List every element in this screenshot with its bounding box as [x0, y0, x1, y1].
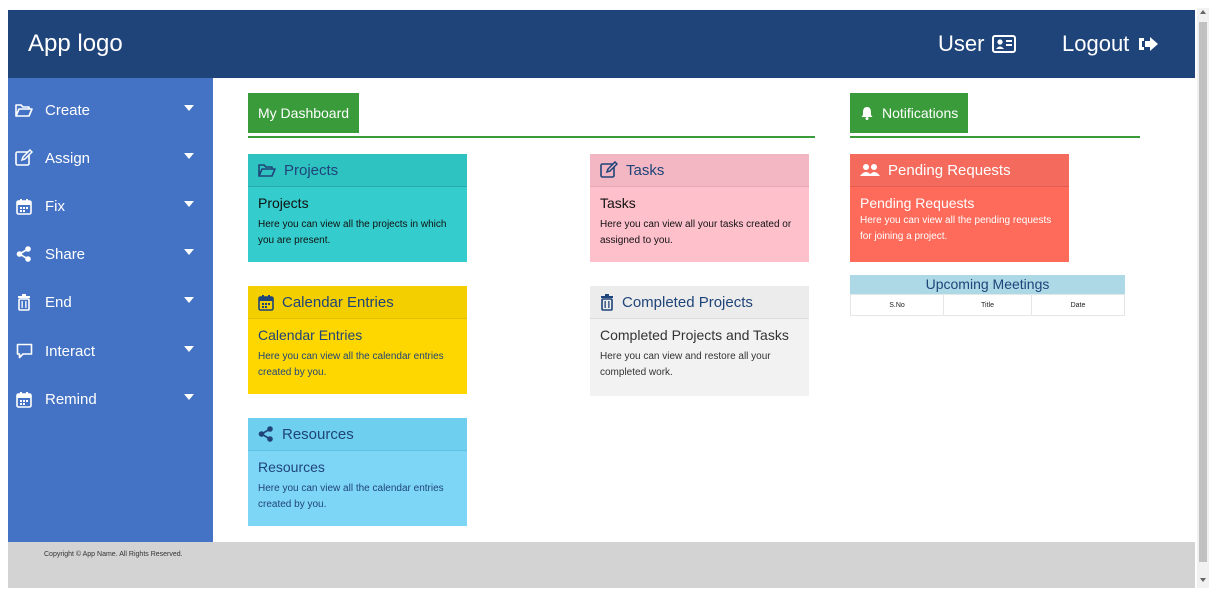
upcoming-meetings-table: S.No Title Date: [850, 294, 1125, 316]
calendar-entries-card-text: Here you can view all the calendar entri…: [258, 351, 444, 378]
folder-open-icon: [14, 100, 34, 120]
app-logo[interactable]: App logo: [28, 30, 123, 58]
notifications-label: Notifications: [882, 105, 959, 121]
sidebar-item-label: Assign: [45, 149, 91, 167]
id-card-icon: [992, 35, 1017, 53]
upcoming-meetings-title: Upcoming Meetings: [850, 275, 1125, 294]
upcoming-meetings-panel: Upcoming Meetings S.No Title Date: [850, 275, 1125, 316]
completed-projects-card-header-label: Completed Projects: [622, 293, 753, 311]
sidebar-item-label: Share: [45, 245, 86, 263]
tasks-card-header: Tasks: [590, 154, 809, 187]
projects-card[interactable]: Projects Projects Here you can view all …: [248, 154, 467, 262]
notifications-divider: [850, 136, 1140, 138]
logout-button[interactable]: Logout: [1062, 31, 1159, 57]
sidebar-item-interact[interactable]: Interact: [8, 334, 213, 368]
pending-requests-card[interactable]: Pending Requests Pending Requests Here y…: [850, 154, 1069, 262]
calendar-icon: [14, 389, 34, 409]
footer: Copyright © App Name. All Rights Reserve…: [8, 542, 1195, 588]
caret-down-icon: [184, 201, 194, 207]
scroll-down-icon[interactable]: [1200, 578, 1206, 582]
comment-icon: [14, 341, 34, 361]
caret-down-icon: [184, 105, 194, 111]
sidebar-item-label: Fix: [45, 197, 65, 215]
tasks-card[interactable]: Tasks Tasks Here you can view all your t…: [590, 154, 809, 262]
sidebar-item-label: Create: [45, 101, 91, 119]
dashboard-divider: [248, 136, 815, 138]
caret-down-icon: [184, 153, 194, 159]
user-label: User: [938, 31, 985, 56]
copyright-text: Copyright © App Name. All Rights Reserve…: [44, 551, 183, 558]
projects-card-header: Projects: [248, 154, 467, 187]
caret-down-icon: [184, 297, 194, 303]
sidebar: Create Assign Fix Share End Interact Rem…: [8, 78, 213, 542]
projects-card-text: Here you can view all the projects in wh…: [258, 219, 447, 246]
sidebar-item-fix[interactable]: Fix: [8, 189, 213, 223]
share-icon: [14, 244, 34, 264]
completed-projects-card-text: Here you can view and restore all your c…: [600, 351, 771, 378]
notifications-heading: Notifications: [850, 93, 969, 133]
column-header-date: Date: [1031, 294, 1125, 316]
calendar-entries-card-header-label: Calendar Entries: [282, 293, 394, 311]
sidebar-item-share[interactable]: Share: [8, 237, 213, 271]
logout-label: Logout: [1062, 31, 1130, 56]
tasks-card-text: Here you can view all your tasks created…: [600, 219, 792, 246]
pending-requests-card-text: Here you can view all the pending reques…: [860, 215, 1052, 242]
sign-out-icon: [1139, 37, 1159, 51]
scroll-thumb[interactable]: [1199, 22, 1207, 562]
pending-requests-card-header: Pending Requests: [850, 154, 1069, 187]
sidebar-item-assign[interactable]: Assign: [8, 141, 213, 175]
trash-icon: [14, 292, 34, 312]
edit-icon: [600, 161, 618, 178]
sidebar-item-create[interactable]: Create: [8, 93, 213, 127]
edit-icon: [14, 148, 34, 168]
my-dashboard-heading: My Dashboard: [248, 93, 360, 133]
column-header-sno: S.No: [850, 294, 944, 316]
resources-card-header: Resources: [248, 418, 467, 451]
calendar-icon: [14, 196, 34, 216]
bell-icon: [861, 107, 873, 120]
calendar-icon: [258, 294, 274, 311]
sidebar-item-label: Remind: [45, 390, 97, 408]
completed-projects-card-title: Completed Projects and Tasks: [600, 327, 789, 343]
resources-card-header-label: Resources: [282, 425, 354, 443]
my-dashboard-label: My Dashboard: [258, 105, 350, 121]
tasks-card-title: Tasks: [600, 195, 636, 211]
calendar-entries-card-header: Calendar Entries: [248, 286, 467, 319]
top-header: App logo User Logout: [8, 10, 1195, 78]
pending-requests-card-header-label: Pending Requests: [888, 161, 1011, 179]
resources-card[interactable]: Resources Resources Here you can view al…: [248, 418, 467, 526]
column-header-title: Title: [943, 294, 1032, 316]
projects-card-header-label: Projects: [284, 161, 339, 179]
sidebar-item-end[interactable]: End: [8, 285, 213, 319]
completed-projects-card-header: Completed Projects: [590, 286, 809, 319]
sidebar-item-label: End: [45, 293, 72, 311]
trash-icon: [601, 293, 613, 311]
scroll-up-icon[interactable]: [1200, 10, 1206, 14]
resources-card-text: Here you can view all the calendar entri…: [258, 483, 444, 510]
page: App logo User Logout Create Assign Fix S…: [0, 0, 1209, 592]
tasks-card-header-label: Tasks: [626, 161, 665, 179]
sidebar-item-label: Interact: [45, 342, 96, 360]
caret-down-icon: [184, 249, 194, 255]
caret-down-icon: [184, 394, 194, 400]
completed-projects-card[interactable]: Completed Projects Completed Projects an…: [590, 286, 809, 396]
calendar-entries-card-title: Calendar Entries: [258, 327, 363, 343]
caret-down-icon: [184, 346, 194, 352]
sidebar-item-remind[interactable]: Remind: [8, 382, 213, 416]
resources-card-title: Resources: [258, 459, 325, 475]
projects-card-title: Projects: [258, 195, 309, 211]
top-strip: [0, 0, 1195, 10]
pending-requests-card-title: Pending Requests: [860, 195, 975, 211]
vertical-scrollbar[interactable]: [1197, 8, 1209, 588]
calendar-entries-card[interactable]: Calendar Entries Calendar Entries Here y…: [248, 286, 467, 394]
user-button[interactable]: User: [938, 31, 1017, 57]
share-icon: [258, 426, 273, 442]
folder-open-icon: [258, 164, 276, 177]
users-icon: [860, 164, 880, 176]
